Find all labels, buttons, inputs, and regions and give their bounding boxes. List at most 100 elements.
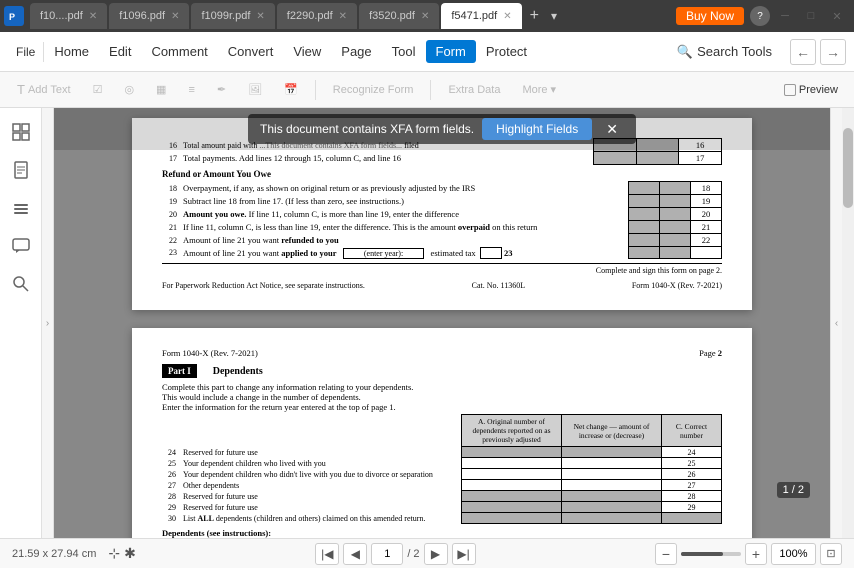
menu-tool[interactable]: Tool [382, 40, 426, 63]
row-label: Total payments. Add lines 12 through 15,… [180, 152, 593, 165]
checkbox-icon: ☑ [93, 83, 103, 96]
menu-comment[interactable]: Comment [141, 40, 217, 63]
preview-button[interactable]: Preview [776, 81, 846, 99]
xfa-close-button[interactable]: ✕ [600, 119, 624, 140]
page-number-input[interactable] [371, 543, 403, 565]
tab-f5471[interactable]: f5471.pdf ✕ [441, 3, 521, 29]
tab-f10[interactable]: f10....pdf ✕ [30, 3, 107, 29]
highlight-fields-button[interactable]: Highlight Fields [482, 118, 592, 140]
app-icon: P [4, 6, 24, 26]
sidebar-thumbs-icon[interactable] [5, 116, 37, 148]
row-number: 30 [162, 513, 180, 524]
tool-btn-7[interactable]: 📅 [275, 79, 307, 100]
sidebar-search-icon[interactable] [5, 268, 37, 300]
col-a [628, 247, 659, 259]
col-b [562, 502, 662, 513]
recognize-form-button[interactable]: Recognize Form [324, 80, 423, 100]
zoom-level-input[interactable] [771, 543, 816, 565]
tab-f1096[interactable]: f1096.pdf ✕ [109, 3, 189, 29]
add-text-button[interactable]: T Add Text [8, 78, 80, 101]
zoom-slider[interactable] [681, 552, 741, 556]
tool-btn-1[interactable]: ☑ [84, 79, 112, 100]
more-arrow-icon: ▾ [551, 83, 557, 96]
fit-page-button[interactable]: ⊡ [820, 543, 842, 565]
first-page-button[interactable]: |◀ [315, 543, 339, 565]
col-c [662, 513, 722, 524]
col-c: 25 [662, 458, 722, 469]
footer-row: For Paperwork Reduction Act Notice, see … [162, 281, 722, 290]
tool-btn-2[interactable]: ◎ [115, 79, 143, 100]
more-button[interactable]: More ▾ [513, 79, 565, 100]
page-size-display: 21.59 x 27.94 cm [12, 548, 96, 560]
th-desc [180, 415, 462, 447]
row-number: 29 [162, 502, 180, 513]
col-a [593, 152, 636, 165]
left-sidebar [0, 108, 42, 538]
col-c: 19 [690, 195, 721, 208]
prev-page-button[interactable]: ◀ [343, 543, 367, 565]
buy-now-button[interactable]: Buy Now [676, 7, 744, 25]
tab-close-icon[interactable]: ✕ [256, 11, 264, 22]
tab-f3520[interactable]: f3520.pdf ✕ [359, 3, 439, 29]
tab-close-icon[interactable]: ✕ [421, 11, 429, 22]
nav-forward-button[interactable]: → [820, 39, 846, 65]
menu-form[interactable]: Form [426, 40, 476, 63]
menu-edit[interactable]: Edit [99, 40, 141, 63]
row-label: Your dependent children who lived with y… [180, 458, 462, 469]
right-sidebar-expand[interactable]: ‹ [830, 108, 842, 538]
col-a [628, 221, 659, 234]
maximize-button[interactable]: □ [798, 3, 824, 29]
row-label: List ALL dependents (children and others… [180, 513, 462, 524]
last-page-button[interactable]: ▶| [452, 543, 476, 565]
zoom-in-button[interactable]: + [745, 543, 767, 565]
add-text-icon: T [17, 82, 25, 97]
nav-back-button[interactable]: ← [790, 39, 816, 65]
menu-protect[interactable]: Protect [476, 40, 537, 63]
tab-close-icon[interactable]: ✕ [503, 11, 511, 22]
tab-f2290[interactable]: f2290.pdf ✕ [277, 3, 357, 29]
date-icon: 📅 [284, 83, 298, 96]
menu-page[interactable]: Page [331, 40, 381, 63]
col-b [659, 208, 690, 221]
search-tools-button[interactable]: 🔍 Search Tools [667, 40, 782, 64]
row-label: Amount of line 21 you want applied to yo… [180, 247, 628, 259]
pdf-scroll-area[interactable]: 16 Total amount paid with ...This docume… [54, 108, 830, 538]
menu-file[interactable]: File [8, 32, 43, 71]
next-page-button[interactable]: ▶ [424, 543, 448, 565]
tab-close-icon[interactable]: ✕ [89, 11, 97, 22]
minimize-button[interactable]: ─ [772, 3, 798, 29]
extra-data-button[interactable]: Extra Data [439, 80, 509, 100]
form-label-p1: Form 1040-X (Rev. 7-2021) [632, 281, 722, 290]
sidebar-bookmark-icon[interactable] [5, 154, 37, 186]
close-button[interactable]: ✕ [824, 3, 850, 29]
tool-btn-3[interactable]: ▦ [147, 79, 175, 100]
help-icon[interactable]: ? [750, 6, 770, 26]
col-b [659, 234, 690, 247]
col-b [562, 458, 662, 469]
tab-overflow-button[interactable]: ▾ [547, 9, 561, 23]
col-a [628, 182, 659, 195]
sidebar-comment-icon[interactable] [5, 230, 37, 262]
tool-btn-5[interactable]: ✒ [208, 79, 235, 100]
col-a [462, 491, 562, 502]
tool-btn-6[interactable]: 🖼 [239, 79, 271, 100]
scrollbar-thumb[interactable] [843, 128, 853, 208]
sidebar-expand-button[interactable]: › [42, 108, 54, 538]
main-area: › This document contains XFA form fields… [0, 108, 854, 538]
zoom-out-button[interactable]: − [655, 543, 677, 565]
row-label: Amount of line 21 you want refunded to y… [180, 234, 628, 247]
tab-close-icon[interactable]: ✕ [171, 11, 179, 22]
recognize-form-label: Recognize Form [333, 84, 414, 96]
row-number: 20 [162, 208, 180, 221]
tab-bar: P f10....pdf ✕ f1096.pdf ✕ f1099r.pdf ✕ … [0, 0, 854, 32]
tab-close-icon[interactable]: ✕ [339, 11, 347, 22]
more-label: More [522, 84, 547, 96]
sidebar-layers-icon[interactable] [5, 192, 37, 224]
new-tab-button[interactable]: + [524, 7, 545, 25]
menu-view[interactable]: View [283, 40, 331, 63]
tool-btn-4[interactable]: ≡ [179, 80, 203, 100]
vertical-scrollbar[interactable] [842, 108, 854, 538]
menu-home[interactable]: Home [44, 40, 99, 63]
tab-f1099r[interactable]: f1099r.pdf ✕ [191, 3, 274, 29]
menu-convert[interactable]: Convert [218, 40, 284, 63]
